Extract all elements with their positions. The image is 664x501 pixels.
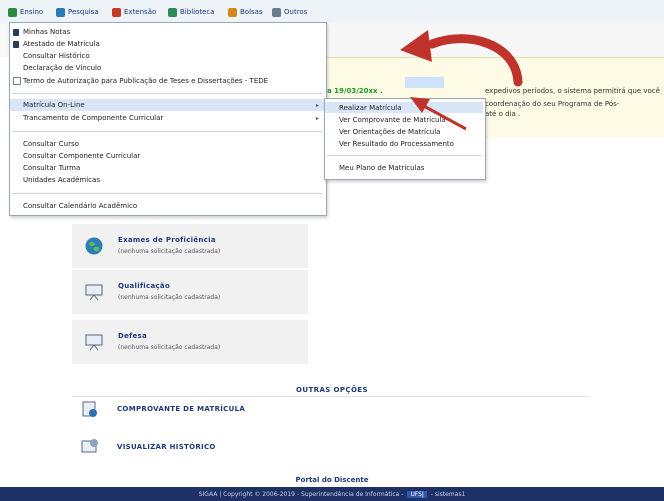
submenu-item-label: Realizar Matrícula	[339, 103, 402, 112]
curved-arrow-icon	[400, 30, 523, 87]
dropdown-item-label: Termo de Autorização para Publicação de …	[23, 77, 269, 85]
card-subtitle: (nenhuma solicitação cadastrada)	[118, 248, 221, 255]
other-options-title: Outras opções	[296, 386, 368, 394]
menu-pesquisa-label: Pesquisa	[68, 8, 99, 16]
dropdown-item-label: Consultar Curso	[23, 140, 79, 148]
dropdown-item-label: Consultar Componente Curricular	[23, 152, 141, 160]
dropdown-item-label: Matrícula On-Line	[23, 101, 85, 109]
menu-extensao[interactable]: Extensão	[112, 6, 156, 18]
submenu-item-label: Ver Resultado do Processamento	[339, 139, 454, 148]
option-label[interactable]: Visualizar Histórico	[117, 443, 216, 451]
submenu-item[interactable]: Ver Resultado do Processamento	[325, 138, 483, 149]
dropdown-item[interactable]: Consultar Calendário Acadêmico	[10, 200, 324, 212]
option-comprovante-matricula[interactable]: Comprovante de Matrícula	[80, 398, 245, 420]
history-icon	[81, 439, 98, 453]
presentation-icon	[85, 334, 103, 351]
dropdown-item[interactable]: Termo de Autorização para Publicação de …	[10, 75, 324, 87]
globe-icon	[85, 237, 103, 255]
dropdown-divider	[12, 193, 322, 194]
chevron-right-icon: ▸	[315, 101, 319, 109]
checkbox-icon[interactable]	[13, 77, 21, 85]
doc-icon	[13, 40, 19, 48]
certificate-icon	[82, 401, 97, 417]
card-defesa[interactable]: Defesa (nenhuma solicitação cadastrada)	[72, 320, 308, 364]
notice-line-2: coordenação do seu Programa de Pós-	[485, 100, 620, 108]
menu-ensino[interactable]: Ensino	[8, 6, 43, 18]
dropdown-item-label: Consultar Calendário Acadêmico	[23, 202, 138, 210]
footer-suffix: - sistemas1	[430, 490, 466, 498]
submenu-divider	[327, 155, 481, 156]
dropdown-item[interactable]: Consultar Componente Curricular	[10, 150, 324, 162]
footer: SIGAA | Copyright © 2006-2019 - Superint…	[0, 487, 664, 501]
submenu-item[interactable]: Meu Plano de Matrículas	[325, 162, 483, 173]
dropdown-item[interactable]: Atestado de Matrícula	[10, 38, 324, 50]
card-subtitle: (nenhuma solicitação cadastrada)	[118, 344, 221, 351]
menu-outros-label: Outros	[284, 8, 308, 16]
ensino-dropdown: Minhas Notas Atestado de Matrícula Consu…	[9, 22, 327, 216]
dropdown-item[interactable]: Trancamento de Componente Curricular ▸	[10, 112, 324, 124]
notice-date: a 19/03/20xx .	[327, 87, 383, 95]
menu-bolsas-label: Bolsas	[240, 8, 263, 16]
dropdown-divider	[12, 131, 322, 132]
option-visualizar-historico[interactable]: Visualizar Histórico	[80, 436, 215, 458]
card-title[interactable]: Exames de Proficiência	[118, 236, 216, 244]
dropdown-item[interactable]: Consultar Turma	[10, 162, 324, 174]
dropdown-item-label: Unidades Acadêmicas	[23, 176, 100, 184]
dropdown-item[interactable]: Consultar Curso	[10, 138, 324, 150]
outros-icon	[272, 7, 281, 17]
card-title[interactable]: Qualificação	[118, 282, 170, 290]
footer-text: SIGAA | Copyright © 2006-2019 - Superint…	[198, 490, 404, 498]
book-icon	[8, 7, 17, 17]
dropdown-item[interactable]: Consultar Histórico	[10, 50, 324, 62]
menu-extensao-label: Extensão	[124, 8, 157, 16]
chevron-right-icon: ▸	[315, 114, 319, 122]
dropdown-item[interactable]: Unidades Acadêmicas	[10, 174, 324, 186]
dropdown-item-label: Trancamento de Componente Curricular	[23, 114, 164, 122]
card-exames-proficiencia[interactable]: Exames de Proficiência (nenhuma solicita…	[72, 224, 308, 268]
menu-pesquisa[interactable]: Pesquisa	[56, 6, 99, 18]
notice-line-3: até o dia .	[485, 110, 521, 118]
menu-biblioteca[interactable]: Biblioteca	[168, 6, 215, 18]
pointer-arrow-icon	[410, 97, 467, 131]
menu-ensino-label: Ensino	[20, 8, 44, 16]
doc-icon	[13, 28, 19, 36]
notice-line-1: expedivos períodos, o sistema permitirá …	[485, 87, 660, 95]
option-label[interactable]: Comprovante de Matrícula	[117, 405, 245, 413]
menu-bolsas[interactable]: Bolsas	[228, 6, 263, 18]
dropdown-item[interactable]: Declaração de Vínculo	[10, 62, 324, 74]
dropdown-item-matricula-online[interactable]: Matrícula On-Line ▸	[10, 99, 324, 111]
dropdown-item-label: Declaração de Vínculo	[23, 64, 102, 72]
dropdown-divider	[12, 93, 322, 94]
menu-biblioteca-label: Biblioteca	[180, 8, 215, 16]
bolsas-icon	[228, 7, 237, 17]
portal-title: Portal do Discente	[295, 476, 369, 484]
menu-outros[interactable]: Outros	[272, 6, 307, 18]
top-menubar: Ensino Pesquisa Extensão Biblioteca Bols…	[0, 0, 664, 23]
submenu-item-label: Meu Plano de Matrículas	[339, 163, 425, 172]
dropdown-item-label: Atestado de Matrícula	[23, 40, 100, 48]
card-qualificacao[interactable]: Qualificação (nenhuma solicitação cadast…	[72, 270, 308, 314]
footer-badge[interactable]: UFSJ	[407, 490, 427, 498]
flask-icon	[56, 7, 65, 17]
other-options-divider	[72, 396, 590, 397]
dropdown-item-label: Consultar Histórico	[23, 52, 90, 60]
dropdown-item[interactable]: Minhas Notas	[10, 26, 324, 38]
presentation-icon	[85, 284, 103, 301]
card-subtitle: (nenhuma solicitação cadastrada)	[118, 294, 221, 301]
card-title[interactable]: Defesa	[118, 332, 147, 340]
dropdown-item-label: Minhas Notas	[23, 28, 71, 36]
dropdown-item-label: Consultar Turma	[23, 164, 81, 172]
hammer-icon	[112, 7, 121, 17]
library-icon	[168, 7, 177, 17]
